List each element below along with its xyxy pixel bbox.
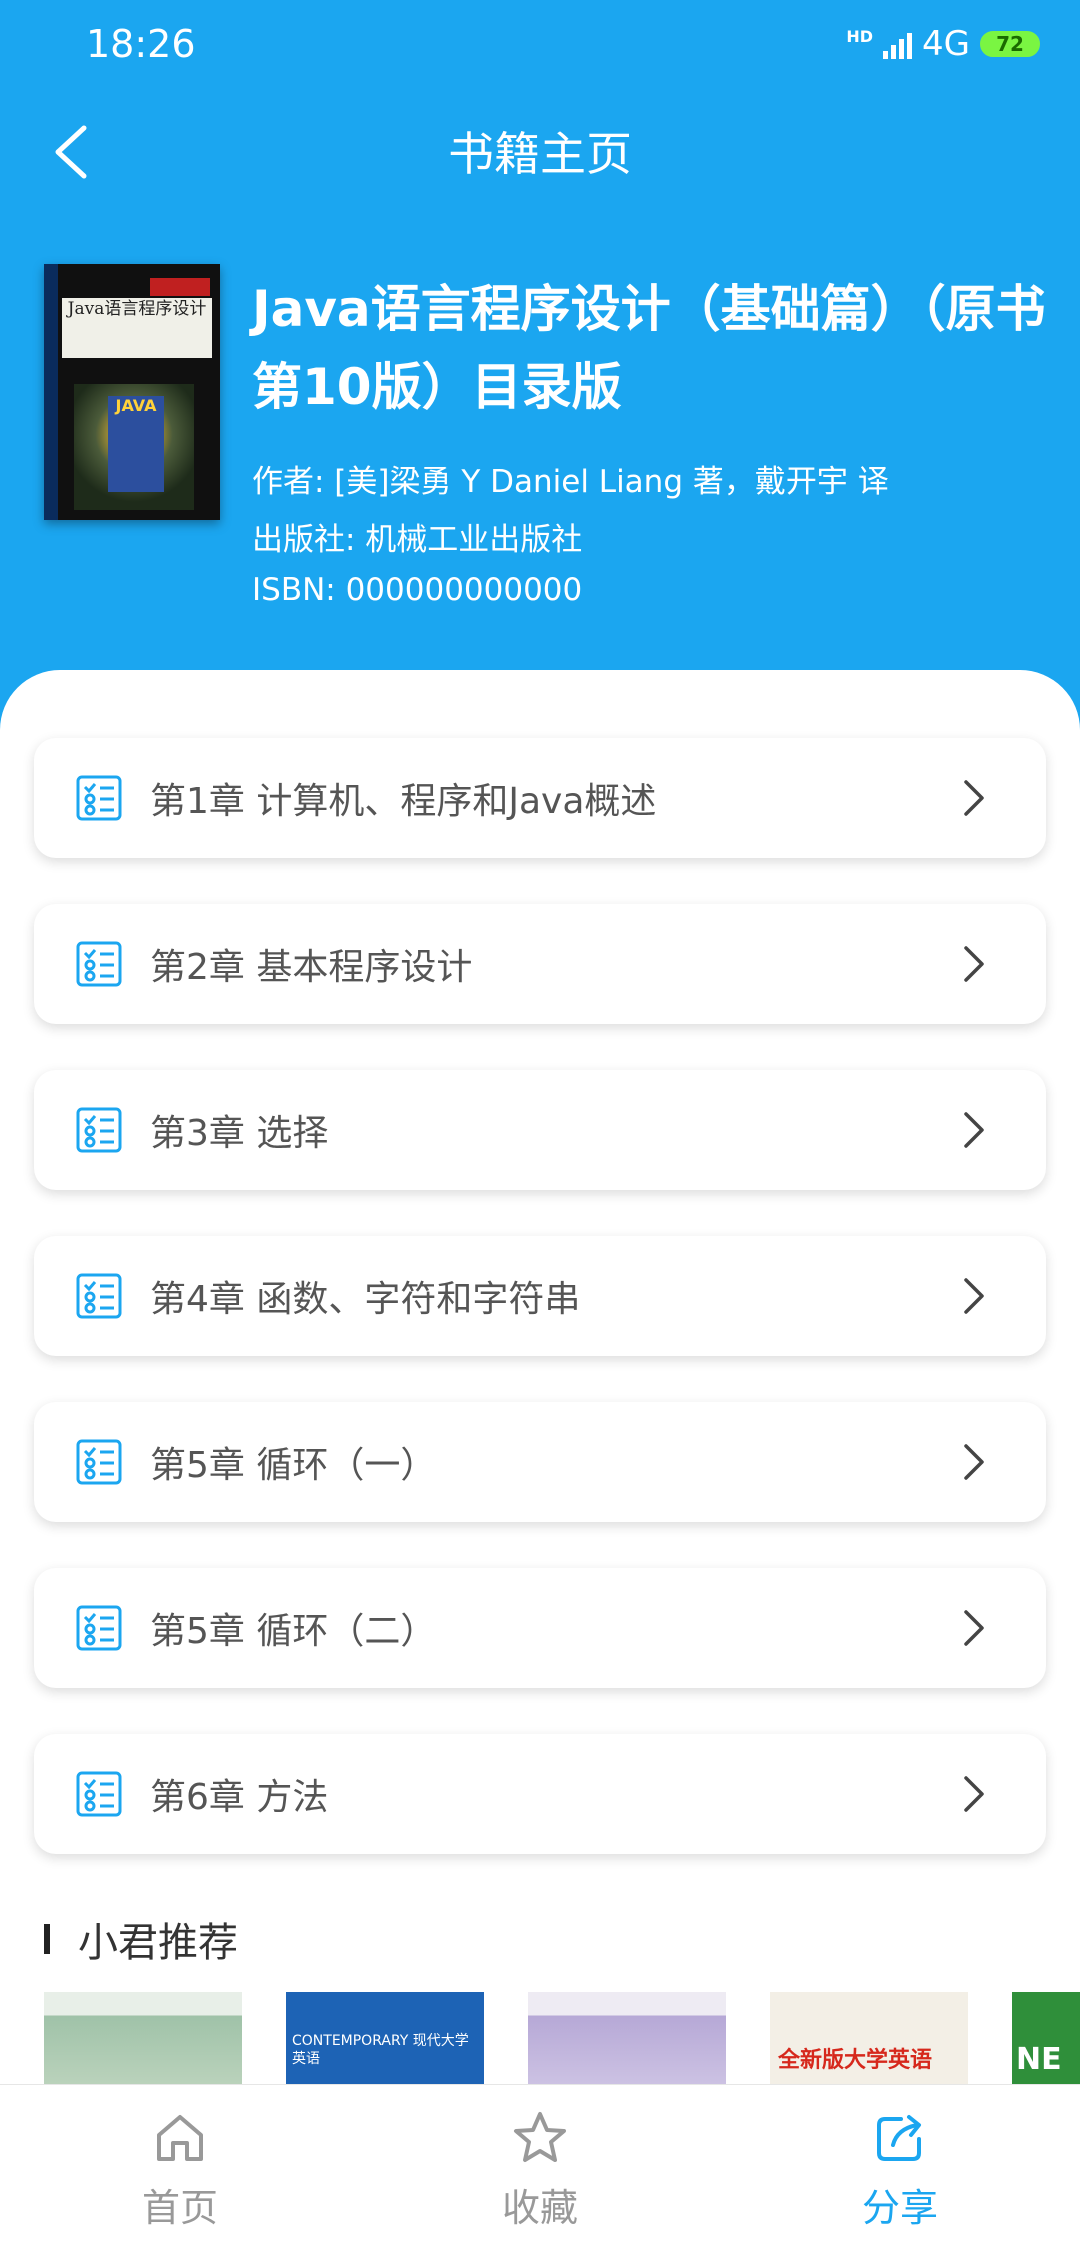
chapter-item[interactable]: 第2章 基本程序设计 [34,904,1046,1024]
recommend-book[interactable] [44,1992,242,2084]
chevron-right-icon [964,1610,984,1646]
recommend-title: 小君推荐 [78,1920,238,1966]
book-cover-title: Java语言程序设计 [62,298,212,358]
section-marker [44,1924,50,1954]
book-author: 作者: [美]梁勇 Y Daniel Liang 著，戴开宇 译 [252,464,889,500]
nav-home-label: 首页 [141,2186,218,2230]
home-icon [157,2115,203,2161]
chapter-label: 第5章 循环（二） [150,1611,437,1652]
chapter-item[interactable]: 第5章 循环（二） [34,1568,1046,1688]
recommend-book[interactable] [528,1992,726,2084]
chevron-right-icon [964,1278,984,1314]
checklist-icon [76,1107,122,1153]
book-isbn: ISBN: 000000000000 [252,572,583,608]
header: 18:26 HD 4G 72 书籍主页 Java语言程序设计 JAVA Java… [0,0,1080,760]
chapter-item[interactable]: 第6章 方法 [34,1734,1046,1854]
chapter-label: 第2章 基本程序设计 [150,947,473,988]
book-cover: Java语言程序设计 JAVA [44,264,220,520]
chapter-item[interactable]: 第4章 函数、字符和字符串 [34,1236,1046,1356]
nav-home[interactable]: 首页 [80,2109,280,2232]
recommend-header: 小君推荐 [44,1910,238,1968]
recommend-book-list: CONTEMPORARY 现代大学英语 全新版大学英语 NE [44,1992,1080,2084]
recommend-book-cover: CONTEMPORARY 现代大学英语 [286,1992,484,2084]
battery-level: 72 [996,32,1024,56]
chevron-right-icon [964,1444,984,1480]
chapter-label: 第6章 方法 [150,1777,329,1818]
checklist-icon [76,1605,122,1651]
status-time: 18:26 [86,22,196,66]
battery-icon: 72 [980,31,1040,57]
network-type: 4G [922,24,970,64]
chapter-item[interactable]: 第1章 计算机、程序和Java概述 [34,738,1046,858]
checklist-icon [76,1771,122,1817]
checklist-icon [76,1439,122,1485]
recommend-book[interactable]: 全新版大学英语 [770,1992,968,2084]
nav-share-label: 分享 [861,2186,938,2230]
nav-share[interactable]: 分享 [800,2109,1000,2232]
content-sheet [0,670,1080,2090]
chapter-label: 第3章 选择 [150,1113,329,1154]
recommend-book-text: NE [1016,2042,1062,2077]
checklist-icon [76,941,122,987]
recommend-book-text: CONTEMPORARY 现代大学英语 [292,2033,469,2067]
page-title: 书籍主页 [448,127,632,181]
checklist-icon [76,1273,122,1319]
book-title: Java语言程序设计（基础篇）（原书第10版）目录版 [252,280,1046,416]
bottom-nav: 首页 收藏 分享 [0,2084,1080,2245]
star-icon [514,2112,566,2162]
nav-favorites[interactable]: 收藏 [440,2109,640,2232]
recommend-book-cover: NE [1012,1992,1080,2084]
recommend-book[interactable]: CONTEMPORARY 现代大学英语 [286,1992,484,2084]
share-icon [877,2115,921,2161]
chapter-label: 第1章 计算机、程序和Java概述 [150,781,657,822]
checklist-icon [76,775,122,821]
chevron-right-icon [964,1776,984,1812]
recommend-book-cover [44,1992,242,2084]
chevron-right-icon [964,946,984,982]
recommend-book-cover [528,1992,726,2084]
nav-favorites-label: 收藏 [501,2186,578,2230]
status-bar-right: HD 4G 72 [846,24,1040,64]
hd-indicator: HD [846,27,874,46]
signal-icon [883,29,913,59]
chevron-right-icon [964,780,984,816]
chapter-item[interactable]: 第5章 循环（一） [34,1402,1046,1522]
chapter-item[interactable]: 第3章 选择 [34,1070,1046,1190]
chapter-label: 第5章 循环（一） [150,1445,437,1486]
recommend-book-cover: 全新版大学英语 [770,1992,968,2084]
chevron-right-icon [964,1112,984,1148]
chapter-label: 第4章 函数、字符和字符串 [150,1279,581,1320]
book-publisher: 出版社: 机械工业出版社 [252,522,583,558]
recommend-book[interactable]: NE [1012,1992,1080,2084]
recommend-book-text: 全新版大学英语 [778,2048,933,2073]
